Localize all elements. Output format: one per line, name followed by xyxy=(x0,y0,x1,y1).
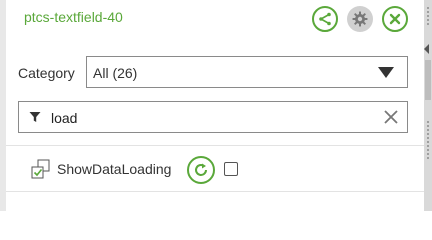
property-label: ShowDataLoading xyxy=(57,161,172,177)
left-panel-edge xyxy=(0,0,6,211)
filter-input[interactable]: load xyxy=(18,101,408,133)
category-label: Category xyxy=(18,65,75,81)
property-checkbox[interactable] xyxy=(224,162,238,176)
filter-value: load xyxy=(51,110,78,126)
collapse-arrow-icon[interactable] xyxy=(424,44,429,54)
binding-icon xyxy=(31,159,50,179)
category-selected-value: All (26) xyxy=(93,65,138,81)
filter-icon xyxy=(29,112,41,122)
share-button[interactable] xyxy=(312,6,338,32)
clear-icon[interactable] xyxy=(383,109,399,125)
grip-dots-icon xyxy=(426,120,430,160)
close-icon xyxy=(389,13,401,25)
refresh-button[interactable] xyxy=(187,156,215,184)
share-icon xyxy=(319,12,331,26)
divider xyxy=(6,145,424,146)
close-button[interactable] xyxy=(382,6,408,32)
splitter-notch xyxy=(425,60,431,100)
gear-icon xyxy=(352,11,368,27)
settings-button[interactable] xyxy=(347,6,373,32)
category-select[interactable]: All (26) xyxy=(86,56,408,88)
grip-dots-icon xyxy=(426,6,430,26)
refresh-icon xyxy=(195,163,207,176)
chevron-down-icon xyxy=(378,67,394,78)
divider xyxy=(6,191,424,192)
panel-title: ptcs-textfield-40 xyxy=(24,9,123,25)
splitter-handle[interactable] xyxy=(424,0,432,211)
